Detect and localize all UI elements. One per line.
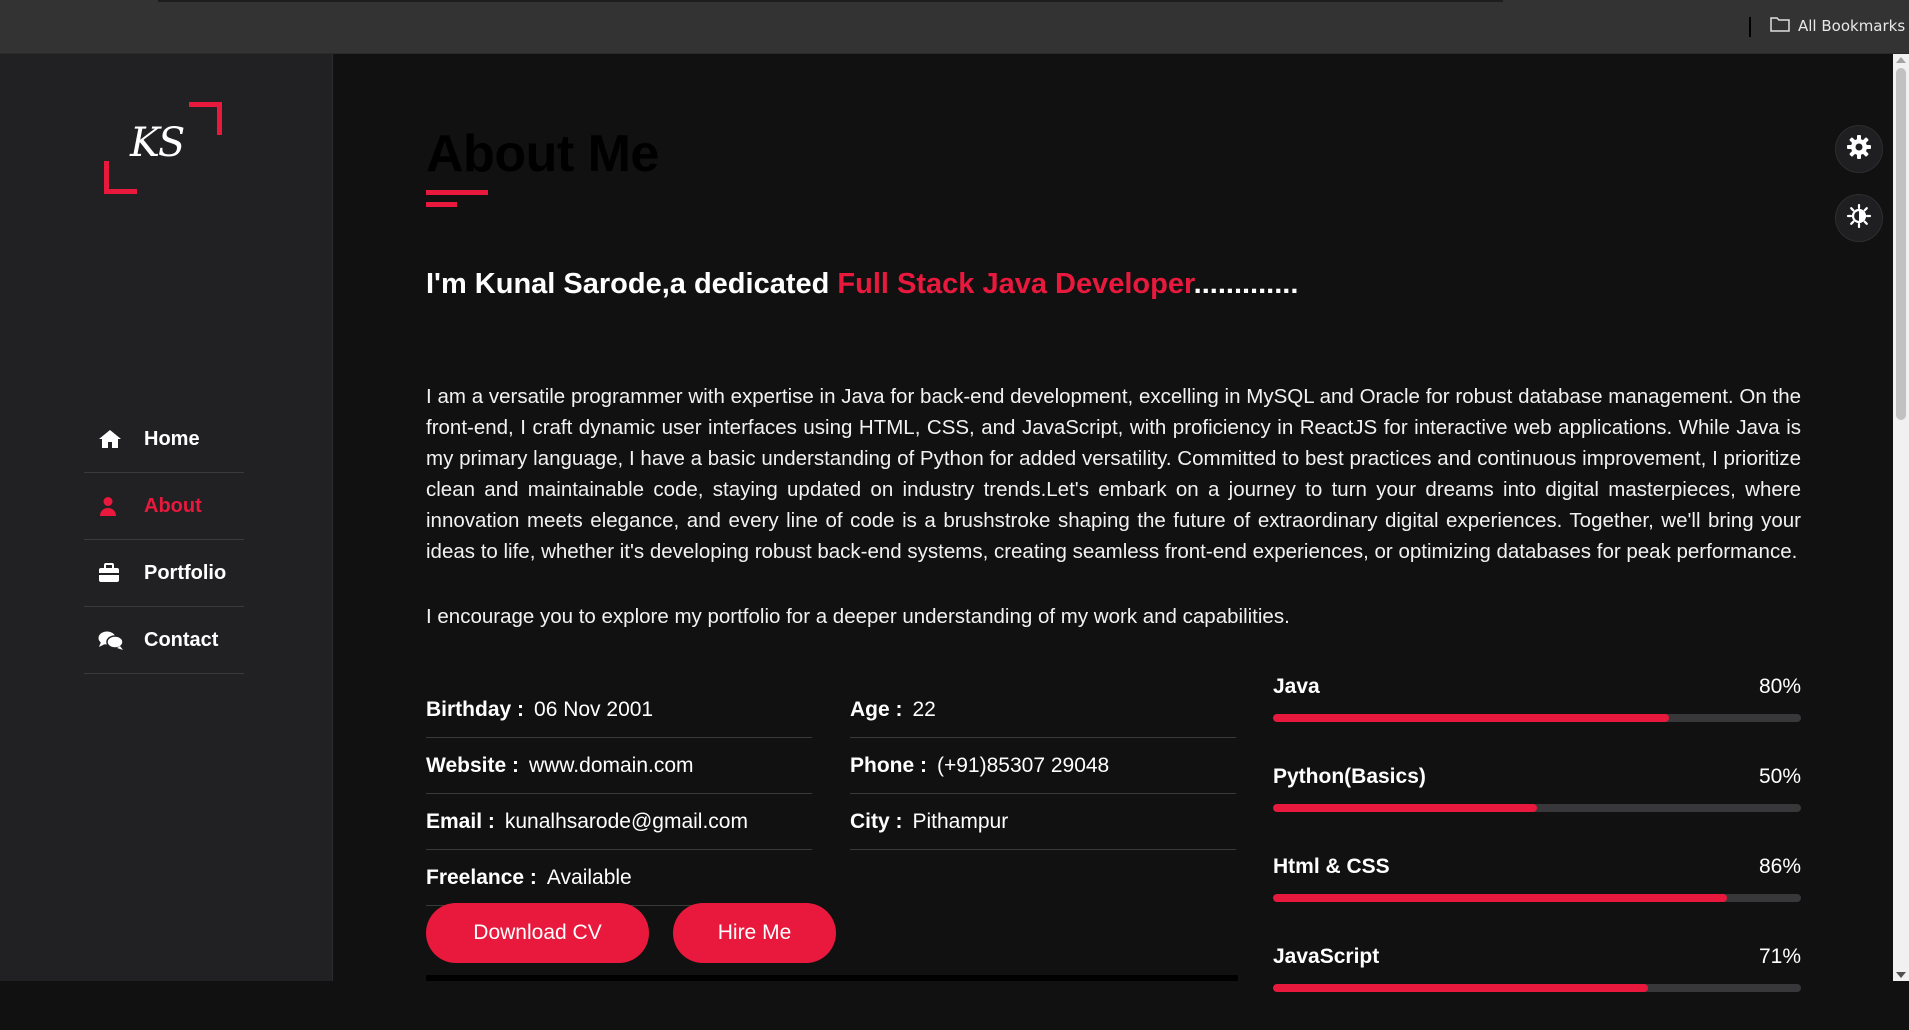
skill-progress-track — [1273, 984, 1801, 992]
info-value: kunalhsarode@gmail.com — [504, 809, 748, 833]
skill-item: Python(Basics) 50% — [1273, 760, 1801, 850]
skill-progress-fill — [1273, 714, 1669, 722]
info-value: www.domain.com — [528, 753, 694, 777]
skill-percent: 50% — [1758, 765, 1801, 788]
info-value: 22 — [912, 697, 936, 721]
about-section: About Me I'm Kunal Sarode,a dedicated Fu… — [333, 54, 1893, 992]
info-row-city: City : Pithampur — [850, 794, 1236, 850]
briefcase-icon — [98, 563, 130, 583]
scroll-up-arrow-icon[interactable] — [1896, 57, 1906, 63]
all-bookmarks-button[interactable]: All Bookmarks — [1770, 14, 1905, 38]
skill-progress-fill — [1273, 804, 1537, 812]
skill-name: Java — [1273, 675, 1320, 698]
page-scrollbar[interactable] — [1893, 54, 1909, 981]
info-value: (+91)85307 29048 — [937, 753, 1110, 777]
info-row-age: Age : 22 — [850, 682, 1236, 738]
sidebar-nav: Home About Portfolio Contact — [84, 406, 244, 674]
sidebar: KS Home About Portfolio Contact — [0, 54, 333, 981]
info-key: Website : — [426, 753, 519, 777]
browser-tab-strip-edge — [158, 0, 1503, 2]
skills-list: Java 80% Python(Basics) 50% Html & CSS 8… — [1273, 670, 1801, 1030]
about-paragraph: I am a versatile programmer with experti… — [426, 385, 1801, 563]
skill-item: JavaScript 71% — [1273, 940, 1801, 1030]
folder-icon — [1770, 16, 1790, 36]
info-key: City : — [850, 809, 903, 833]
all-bookmarks-label: All Bookmarks — [1798, 17, 1906, 35]
title-underline-long — [426, 190, 488, 195]
nav-label-contact: Contact — [144, 628, 219, 651]
skill-item: Html & CSS 86% — [1273, 850, 1801, 940]
home-icon — [98, 429, 130, 449]
skill-item: Java 80% — [1273, 670, 1801, 760]
gear-icon — [1846, 134, 1872, 164]
info-row-birthday: Birthday : 06 Nov 2001 — [426, 682, 812, 738]
nav-item-about[interactable]: About — [84, 473, 244, 540]
download-cv-button[interactable]: Download CV — [426, 903, 649, 963]
user-icon — [98, 496, 130, 516]
intro-prefix: I'm Kunal Sarode,a dedicated — [426, 268, 838, 300]
title-underline-short — [426, 202, 457, 207]
info-key: Email : — [426, 809, 495, 833]
nav-item-portfolio[interactable]: Portfolio — [84, 540, 244, 607]
info-key: Phone : — [850, 753, 927, 777]
intro-suffix: ............. — [1193, 268, 1299, 300]
skill-percent: 71% — [1758, 945, 1801, 968]
browser-bookmarks-bar: All Bookmarks — [0, 0, 1909, 54]
info-value: 06 Nov 2001 — [534, 697, 654, 721]
skill-progress-fill — [1273, 894, 1728, 902]
skill-percent: 86% — [1758, 855, 1801, 878]
info-row-website: Website : www.domain.com — [426, 738, 812, 794]
next-section-edge — [426, 975, 1238, 981]
page-title: About Me — [426, 125, 659, 183]
skill-name: Html & CSS — [1273, 855, 1390, 878]
skill-percent: 80% — [1758, 675, 1801, 698]
intro-role: Full Stack Java Developer — [837, 268, 1194, 300]
logo-monogram: KS — [130, 120, 185, 166]
info-key: Birthday : — [426, 697, 525, 721]
skill-progress-track — [1273, 804, 1801, 812]
bookmarks-separator — [1749, 17, 1751, 37]
skill-name: JavaScript — [1273, 945, 1380, 968]
scroll-down-arrow-icon[interactable] — [1896, 972, 1906, 978]
info-key: Age : — [850, 697, 903, 721]
personal-info-left: Birthday : 06 Nov 2001 Website : www.dom… — [426, 682, 812, 906]
info-value: Pithampur — [912, 809, 1009, 833]
chat-icon — [98, 630, 130, 650]
skill-progress-track — [1273, 714, 1801, 722]
skill-progress-track — [1273, 894, 1801, 902]
sun-icon — [1846, 203, 1872, 233]
info-row-freelance: Freelance : Available — [426, 850, 812, 906]
skill-name: Python(Basics) — [1273, 765, 1426, 788]
intro-heading: I'm Kunal Sarode,a dedicated Full Stack … — [426, 268, 1298, 301]
info-key: Freelance : — [426, 865, 537, 889]
logo-corner-top-right — [189, 102, 222, 135]
info-value: Available — [546, 865, 632, 889]
hire-me-button[interactable]: Hire Me — [673, 903, 836, 963]
skill-progress-fill — [1273, 984, 1648, 992]
about-paragraph-closing: I encourage you to explore my portfolio … — [426, 605, 1290, 628]
info-row-email: Email : kunalhsarode@gmail.com — [426, 794, 812, 850]
nav-item-contact[interactable]: Contact — [84, 607, 244, 674]
style-switcher-button[interactable] — [1835, 125, 1883, 173]
personal-info-right: Age : 22 Phone : (+91)85307 29048 City :… — [850, 682, 1236, 850]
nav-label-home: Home — [144, 427, 200, 450]
theme-toggle-button[interactable] — [1835, 194, 1883, 242]
site-logo[interactable]: KS — [104, 102, 222, 194]
nav-label-portfolio: Portfolio — [144, 561, 227, 584]
scrollbar-thumb[interactable] — [1896, 68, 1906, 420]
nav-item-home[interactable]: Home — [84, 406, 244, 473]
info-row-phone: Phone : (+91)85307 29048 — [850, 738, 1236, 794]
nav-label-about: About — [144, 494, 202, 517]
